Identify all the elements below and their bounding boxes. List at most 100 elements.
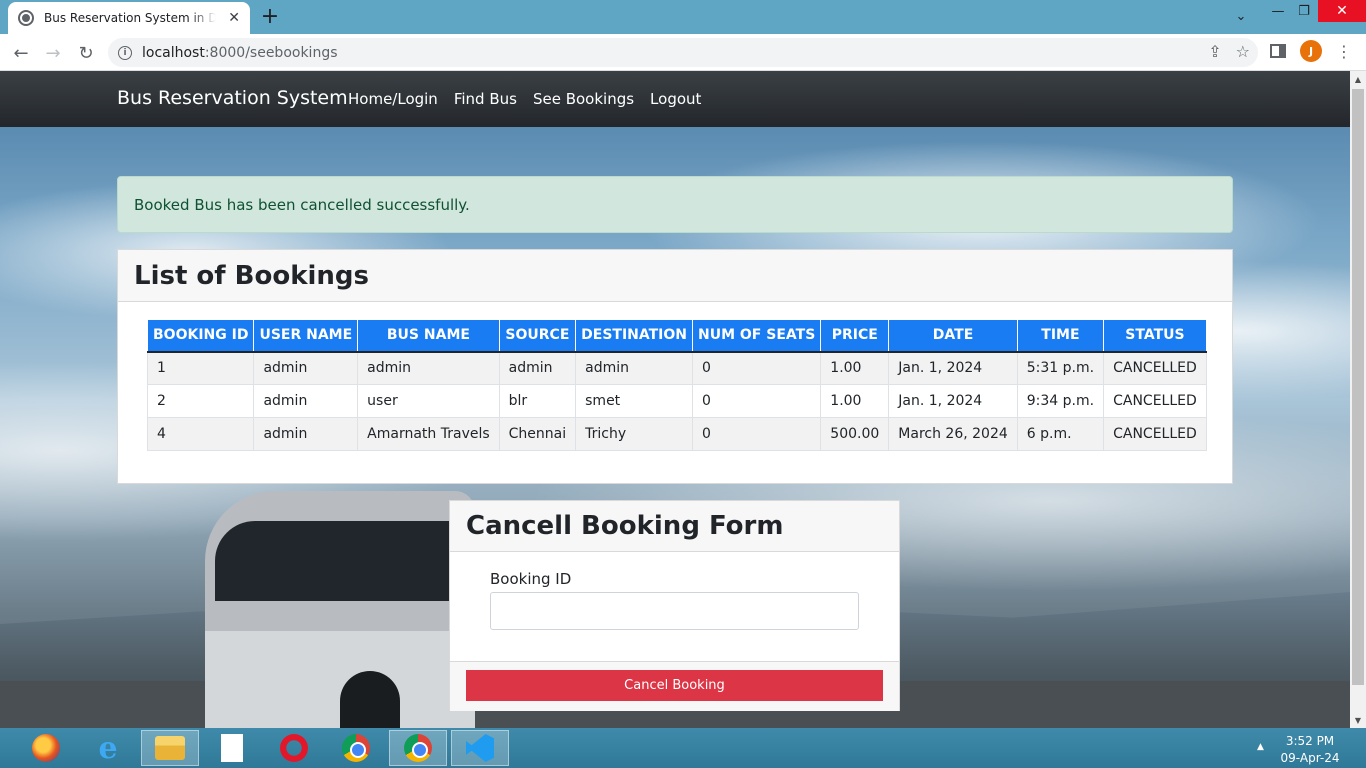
back-arrow-icon[interactable]: ←	[8, 40, 34, 66]
cancel-form-footer: Cancel Booking	[450, 661, 899, 711]
tab-search-chevron-icon[interactable]: ⌄	[1228, 5, 1254, 27]
cell-user-name: admin	[253, 417, 359, 451]
cell-time: 9:34 p.m.	[1016, 384, 1105, 418]
folder-icon	[155, 736, 185, 760]
taskbar-vscode[interactable]	[451, 730, 509, 766]
cell-num-seats: 0	[692, 351, 822, 385]
taskbar-internet-explorer[interactable]: e	[79, 730, 137, 766]
nav-link-see-bookings[interactable]: See Bookings	[533, 90, 634, 108]
page-viewport: Bus Reservation System Home/Login Find B…	[0, 71, 1350, 728]
cell-booking-id: 2	[146, 384, 255, 418]
taskbar-file-explorer[interactable]	[141, 730, 199, 766]
close-window-icon[interactable]: ✕	[1318, 0, 1366, 22]
cell-date: Jan. 1, 2024	[888, 351, 1018, 385]
document-icon	[221, 734, 243, 762]
url-path: :8000/seebookings	[204, 44, 338, 61]
browser-tab[interactable]: Bus Reservation System in Django ✕	[8, 2, 250, 34]
col-time: TIME	[1016, 319, 1105, 353]
browser-toolbar: ← → ↻ i localhost:8000/seebookings ⇪ ☆ J…	[0, 34, 1366, 71]
table-row: 4 admin Amarnath Travels Chennai Trichy …	[146, 417, 1207, 451]
col-user-name: USER NAME	[253, 319, 359, 353]
cancel-form-title: Cancell Booking Form	[466, 511, 784, 541]
cell-destination: admin	[575, 351, 694, 385]
col-destination: DESTINATION	[575, 319, 694, 353]
reload-icon[interactable]: ↻	[73, 40, 99, 66]
vscode-icon	[466, 734, 494, 762]
cell-booking-id: 1	[146, 351, 255, 385]
col-price: PRICE	[820, 319, 890, 353]
cell-destination: Trichy	[575, 417, 694, 451]
bookings-card: List of Bookings BOOKING ID USER NAME BU…	[117, 249, 1233, 484]
address-bar[interactable]: i localhost:8000/seebookings ⇪ ☆	[108, 38, 1258, 67]
cell-price: 1.00	[820, 351, 890, 385]
success-alert: Booked Bus has been cancelled successful…	[117, 176, 1233, 233]
cell-source: Chennai	[498, 417, 577, 451]
nav-link-home-login[interactable]: Home/Login	[348, 90, 438, 108]
cell-user-name: admin	[253, 384, 359, 418]
taskbar-chrome-active[interactable]	[389, 730, 447, 766]
opera-icon	[280, 734, 308, 762]
internet-explorer-icon: e	[98, 730, 118, 766]
forward-arrow-icon[interactable]: →	[40, 40, 66, 66]
page-scrollbar[interactable]: ▲ ▼	[1350, 71, 1366, 728]
cancel-form-header: Cancell Booking Form	[450, 501, 899, 552]
cell-num-seats: 0	[692, 384, 822, 418]
cell-bus-name: Amarnath Travels	[357, 417, 500, 451]
cell-bus-name: admin	[357, 351, 500, 385]
chrome-icon	[342, 734, 370, 762]
cell-status: CANCELLED	[1103, 417, 1207, 451]
col-status: STATUS	[1103, 319, 1207, 353]
url-text[interactable]: localhost:8000/seebookings	[142, 45, 338, 61]
close-tab-icon[interactable]: ✕	[228, 10, 240, 26]
table-row: 1 admin admin admin admin 0 1.00 Jan. 1,…	[146, 351, 1207, 385]
site-info-icon[interactable]: i	[118, 45, 132, 60]
scroll-thumb[interactable]	[1352, 89, 1364, 685]
booking-id-label: Booking ID	[490, 570, 572, 588]
firefox-icon	[32, 734, 60, 762]
cell-destination: smet	[575, 384, 694, 418]
side-panel-icon[interactable]	[1270, 44, 1286, 58]
share-icon[interactable]: ⇪	[1208, 42, 1221, 61]
minimize-icon[interactable]: —	[1266, 0, 1290, 22]
taskbar-clock[interactable]: 3:52 PM 09-Apr-24	[1275, 733, 1345, 767]
bookmark-star-icon[interactable]: ☆	[1236, 42, 1250, 61]
nav-link-find-bus[interactable]: Find Bus	[454, 90, 517, 108]
cell-num-seats: 0	[692, 417, 822, 451]
cell-status: CANCELLED	[1103, 351, 1207, 385]
scroll-down-arrow-icon[interactable]: ▼	[1350, 712, 1366, 728]
scroll-up-arrow-icon[interactable]: ▲	[1350, 71, 1366, 87]
taskbar-chrome[interactable]	[327, 730, 385, 766]
menu-kebab-icon[interactable]: ⋮	[1336, 42, 1352, 61]
clock-date: 09-Apr-24	[1280, 751, 1340, 765]
navbar-brand[interactable]: Bus Reservation System	[117, 87, 348, 109]
taskbar-opera[interactable]	[265, 730, 323, 766]
cell-source: blr	[498, 384, 577, 418]
col-bus-name: BUS NAME	[357, 319, 500, 353]
bookings-table: BOOKING ID USER NAME BUS NAME SOURCE DES…	[146, 319, 1207, 451]
booking-id-input[interactable]	[490, 592, 859, 630]
bookings-title: List of Bookings	[134, 260, 370, 291]
tab-title: Bus Reservation System in Django	[44, 11, 216, 25]
col-num-seats: NUM OF SEATS	[692, 319, 822, 353]
table-header-row: BOOKING ID USER NAME BUS NAME SOURCE DES…	[146, 319, 1207, 353]
col-source: SOURCE	[498, 319, 577, 353]
browser-tab-bar: Bus Reservation System in Django ✕ + ⌄ —…	[0, 0, 1366, 34]
nav-link-logout[interactable]: Logout	[650, 90, 701, 108]
cancel-booking-button[interactable]: Cancel Booking	[466, 670, 883, 701]
cell-status: CANCELLED	[1103, 384, 1207, 418]
cell-source: admin	[498, 351, 577, 385]
cell-bus-name: user	[357, 384, 500, 418]
chrome-icon	[404, 734, 432, 762]
restore-icon[interactable]: ❐	[1292, 0, 1316, 22]
cell-date: Jan. 1, 2024	[888, 384, 1018, 418]
tray-expand-icon[interactable]: ▲	[1257, 742, 1264, 752]
table-row: 2 admin user blr smet 0 1.00 Jan. 1, 202…	[146, 384, 1207, 418]
cancel-booking-card: Cancell Booking Form Booking ID Cancel B…	[449, 500, 900, 711]
cell-time: 6 p.m.	[1016, 417, 1105, 451]
profile-avatar[interactable]: J	[1300, 40, 1322, 62]
new-tab-icon[interactable]: +	[258, 4, 282, 29]
cell-booking-id: 4	[146, 417, 255, 451]
cell-user-name: admin	[253, 351, 359, 385]
taskbar-file[interactable]	[203, 730, 261, 766]
taskbar-firefox[interactable]	[17, 730, 75, 766]
